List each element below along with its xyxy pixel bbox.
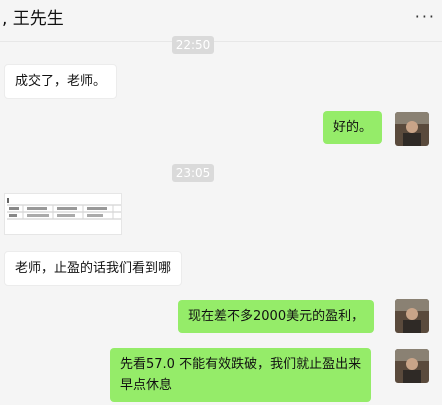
message-bubble[interactable]: 成交了，老师。 xyxy=(4,64,118,99)
avatar[interactable] xyxy=(395,349,429,383)
screenshot-table-thumbnail-icon xyxy=(5,194,121,234)
chat-header: , 王先生 ··· xyxy=(0,0,442,42)
avatar-photo-icon xyxy=(395,299,429,333)
more-options-icon[interactable]: ··· xyxy=(415,8,436,26)
timestamp: 23:05 xyxy=(172,164,214,182)
message-bubble[interactable]: 老师，止盈的话我们看到哪 xyxy=(4,251,183,286)
message-line: 早点休息 xyxy=(120,378,173,393)
chat-title: , 王先生 xyxy=(2,9,64,29)
message-bubble[interactable]: 现在差不多2000美元的盈利， xyxy=(178,300,375,333)
avatar-photo-icon xyxy=(395,112,429,146)
message-bubble[interactable]: 先看57.0 不能有效跌破，我们就止盈出来 早点休息 xyxy=(110,348,372,402)
message-line: 先看57.0 不能有效跌破，我们就止盈出来 xyxy=(120,357,362,372)
message-bubble[interactable]: 好的。 xyxy=(323,111,383,144)
avatar[interactable] xyxy=(395,112,429,146)
avatar[interactable] xyxy=(395,299,429,333)
timestamp: 22:50 xyxy=(172,36,214,54)
image-message-thumbnail[interactable] xyxy=(4,193,122,235)
avatar-photo-icon xyxy=(395,349,429,383)
